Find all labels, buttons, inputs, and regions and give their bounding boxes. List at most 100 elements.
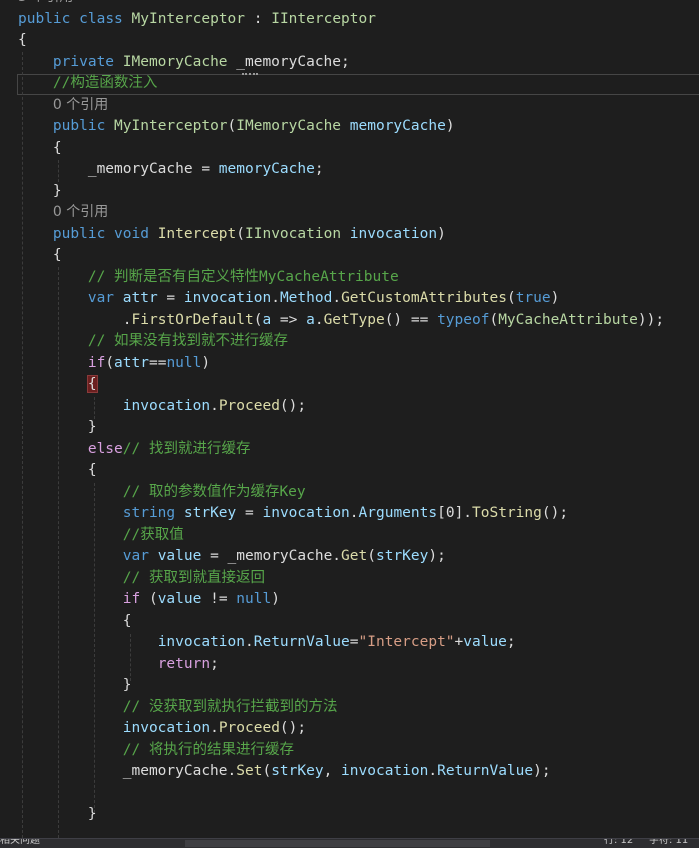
- code-line-if-value-open[interactable]: {: [18, 611, 132, 633]
- code-line-comment-not-found[interactable]: // 如果没有找到就不进行缓存: [18, 331, 288, 353]
- code-token: return: [157, 655, 211, 672]
- code-token: strKey: [183, 505, 237, 521]
- code-line-first-or-default[interactable]: .FirstOrDefault(a => a.GetType() == type…: [18, 310, 664, 332]
- code-line-comment-get[interactable]: //获取值: [18, 525, 184, 547]
- code-line-codelens-top[interactable]: 3 个引用: [18, 0, 73, 9]
- code-token: "Intercept": [358, 634, 455, 650]
- code-token: _memoryCache =: [18, 161, 219, 177]
- code-token: ==: [148, 354, 167, 371]
- code-token: void: [114, 225, 149, 242]
- code-token: var: [87, 290, 115, 306]
- code-token: {: [18, 612, 132, 629]
- code-line-if-value-close[interactable]: }: [18, 675, 132, 697]
- related-issues-label[interactable]: 相关问题: [0, 839, 40, 847]
- code-token: memoryCache: [349, 118, 446, 134]
- code-token: Set: [236, 763, 263, 779]
- code-token: +: [454, 634, 464, 650]
- code-token: );: [428, 548, 446, 564]
- code-line-comment-check-attr[interactable]: // 判断是否有自定义特性MyCacheAttribute: [18, 267, 399, 289]
- code-line-comment-return[interactable]: // 获取到就直接返回: [18, 568, 265, 590]
- code-token: // 判断是否有自定义特性MyCacheAttribute: [87, 268, 399, 285]
- code-line-string-strkey[interactable]: string strKey = invocation.Arguments[0].…: [18, 503, 568, 525]
- code-token: a: [306, 311, 315, 328]
- code-token: );: [533, 763, 551, 779]
- code-token: .: [210, 397, 219, 414]
- code-line-comment-cache-result[interactable]: // 将执行的结果进行缓存: [18, 740, 294, 762]
- code-line-class-decl[interactable]: public class MyInterceptor : IIntercepto…: [18, 9, 376, 31]
- code-token: a: [262, 311, 272, 328]
- code-token: IInterceptor: [271, 10, 376, 27]
- horizontal-scrollbar[interactable]: [185, 840, 490, 847]
- code-token: attr: [122, 290, 158, 306]
- code-line-if-open[interactable]: {: [18, 374, 98, 396]
- code-line-proceed-2[interactable]: invocation.Proceed();: [18, 718, 306, 740]
- code-token: MyInterceptor: [114, 118, 228, 134]
- code-token: GetType: [323, 311, 385, 328]
- code-token: [0].: [437, 505, 473, 521]
- code-line-var-attr[interactable]: var attr = invocation.Method.GetCustomAt…: [18, 288, 560, 310]
- code-line-codelens-ctor[interactable]: 0 个引用: [18, 95, 108, 117]
- code-line-comment-key[interactable]: // 取的参数值作为缓存Key: [18, 482, 306, 504]
- code-editor[interactable]: 3 个引用 public class MyInterceptor : IInter…: [0, 0, 699, 838]
- code-line-ctor-assign[interactable]: _memoryCache = memoryCache;: [18, 159, 324, 181]
- code-token: (: [140, 591, 158, 607]
- code-token: value: [157, 591, 202, 607]
- code-line-intercept-decl[interactable]: public void Intercept(IInvocation invoca…: [18, 224, 446, 246]
- code-line-intercept-open[interactable]: {: [18, 245, 62, 267]
- code-token: 3 个引用: [18, 0, 73, 5]
- code-token: .: [428, 763, 438, 779]
- code-line-codelens-intercept[interactable]: 0 个引用: [18, 202, 108, 224]
- code-token: public: [18, 10, 71, 27]
- line-number-indicator: 行: 12: [604, 838, 634, 846]
- code-token: null: [236, 591, 272, 607]
- code-line-ctor-open[interactable]: {: [18, 138, 62, 160]
- code-line-class-open[interactable]: {: [18, 30, 27, 52]
- code-line-proceed-1[interactable]: invocation.Proceed();: [18, 396, 306, 418]
- code-line-ctor-decl[interactable]: public MyInterceptor(IMemoryCache memory…: [18, 116, 455, 138]
- code-line-else-line[interactable]: else// 找到就进行缓存: [18, 439, 251, 461]
- code-token: var: [122, 548, 149, 564]
- code-token: 0 个引用: [52, 204, 109, 220]
- code-line-var-value[interactable]: var value = _memoryCache.Get(strKey);: [18, 546, 446, 568]
- code-token: ): [271, 591, 280, 607]
- code-token: () ==: [384, 311, 438, 328]
- code-line-return-stmt[interactable]: return;: [18, 654, 219, 676]
- code-token: Proceed: [218, 720, 280, 736]
- code-line-cache-set[interactable]: _memoryCache.Set(strKey, invocation.Retu…: [18, 761, 551, 783]
- code-line-if-value[interactable]: if (value != null): [18, 589, 280, 611]
- code-line-return-value[interactable]: invocation.ReturnValue="Intercept"+value…: [18, 632, 516, 654]
- code-token: ;: [506, 634, 516, 650]
- code-token: ));: [637, 311, 665, 328]
- code-token: =: [349, 634, 359, 650]
- code-line-comment-ctor[interactable]: //构造函数注入: [18, 73, 157, 95]
- code-token: .: [332, 290, 342, 306]
- code-line-ctor-close[interactable]: }: [18, 181, 62, 203]
- code-token: // 获取到就直接返回: [122, 569, 265, 586]
- code-token: // 取的参数值作为缓存Key: [122, 483, 306, 500]
- code-token: ();: [279, 397, 307, 414]
- code-token: Arguments: [358, 505, 438, 521]
- code-token: invocation: [122, 720, 211, 736]
- code-line-if-attr-null[interactable]: if(attr==null): [18, 353, 210, 375]
- code-line-if-close[interactable]: }: [18, 417, 97, 439]
- code-token: }: [18, 419, 97, 435]
- code-token: (: [367, 548, 376, 564]
- code-token: // 如果没有找到就不进行缓存: [87, 333, 289, 349]
- code-line-else-open[interactable]: {: [18, 460, 97, 482]
- code-line-comment-not-got[interactable]: // 没获取到就执行拦截到的方法: [18, 697, 338, 719]
- code-token: // 找到就进行缓存: [122, 440, 251, 457]
- code-line-field-decl[interactable]: private IMemoryCache _memoryCache;: [18, 52, 350, 74]
- code-line-else-close[interactable]: }: [18, 804, 97, 826]
